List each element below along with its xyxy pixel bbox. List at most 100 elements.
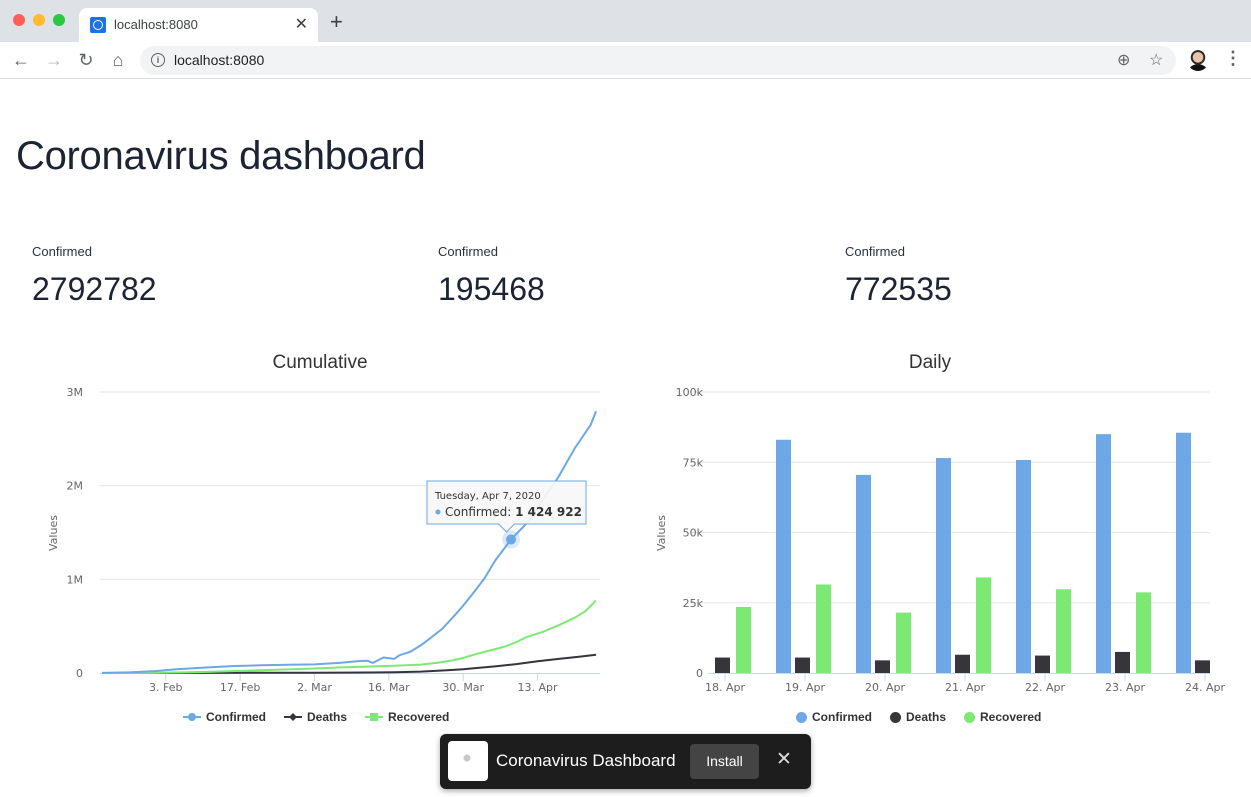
x-tick-label: 21. Apr	[945, 681, 985, 694]
bar-confirmed	[936, 458, 951, 673]
forward-icon[interactable]: →	[42, 48, 66, 72]
legend-item-confirmed[interactable]: Confirmed	[183, 710, 266, 724]
x-tick-label: 17. Feb	[220, 681, 260, 694]
favicon-icon	[90, 17, 106, 33]
bar-recovered	[1056, 589, 1071, 673]
x-tick-label: 13. Apr	[518, 681, 558, 694]
info-icon[interactable]: i	[151, 53, 165, 67]
daily-chart: 0 25k 50k 75k 100k Values 18. Apr 19. Apr 20. Ap…	[655, 386, 1225, 694]
browser-tab[interactable]: localhost:8080 ✕	[79, 8, 318, 42]
cumulative-chart-title: Cumulative	[272, 352, 368, 373]
x-tick-label: 30. Mar	[442, 681, 484, 694]
legend-item-deaths[interactable]: Deaths	[284, 710, 347, 724]
legend-item-deaths[interactable]: Deaths	[890, 710, 946, 724]
x-tick-label: 20. Apr	[865, 681, 905, 694]
window-maximize-button[interactable]	[53, 14, 65, 26]
daily-chart-title: Daily	[908, 352, 952, 373]
y-tick-label: 50k	[683, 527, 704, 540]
star-icon[interactable]: ☆	[1149, 50, 1163, 70]
bar-confirmed	[1096, 434, 1111, 673]
pwa-install-prompt: Coronavirus Dashboard Install ✕	[440, 734, 811, 789]
legend-label: Recovered	[980, 710, 1042, 724]
y-tick-label: 100k	[676, 386, 704, 399]
url-text[interactable]: localhost:8080	[174, 52, 264, 68]
bar-confirmed	[856, 474, 871, 673]
x-tick-label: 22. Apr	[1025, 681, 1065, 694]
x-tick-label: 19. Apr	[785, 681, 825, 694]
legend-label: Confirmed	[812, 710, 872, 724]
stat-card-deaths-total: Confirmed 195468	[438, 244, 545, 308]
y-axis-title: Values	[655, 515, 668, 551]
legend-item-recovered[interactable]: Recovered	[964, 710, 1041, 724]
bar-recovered	[976, 577, 991, 673]
stat-label: Confirmed	[32, 244, 92, 259]
window-minimize-button[interactable]	[33, 14, 45, 26]
y-tick-label: 2M	[67, 480, 84, 493]
tooltip-date: Tuesday, Apr 7, 2020	[434, 491, 541, 502]
stat-card-recovered-total: Confirmed 772535	[845, 244, 952, 308]
bar-confirmed	[1016, 460, 1031, 673]
bar-deaths	[715, 657, 730, 673]
x-tick-label: 23. Apr	[1105, 681, 1145, 694]
back-icon[interactable]: ←	[9, 48, 33, 72]
vertical-dots-icon[interactable]: ⋮	[1224, 48, 1242, 69]
bar-deaths	[1195, 660, 1210, 673]
circle-marker-icon	[890, 711, 901, 723]
x-tick-label: 16. Mar	[368, 681, 410, 694]
cumulative-legend: Confirmed Deaths Recovered	[183, 710, 449, 724]
y-tick-label: 0	[696, 667, 703, 680]
x-tick-label: 2. Mar	[297, 681, 332, 694]
home-icon[interactable]: ⌂	[106, 48, 130, 72]
bar-deaths	[1035, 655, 1050, 673]
bar-deaths	[875, 660, 890, 673]
page-content: Coronavirus dashboard Confirmed 2792782 …	[0, 80, 1251, 797]
circle-marker-icon	[964, 711, 976, 723]
legend-item-confirmed[interactable]: Confirmed	[796, 710, 872, 724]
hover-point	[506, 534, 517, 545]
legend-label: Recovered	[388, 710, 450, 724]
bar-deaths	[1115, 651, 1130, 673]
legend-label: Confirmed	[206, 710, 266, 724]
install-app-name: Coronavirus Dashboard	[496, 751, 676, 770]
legend-label: Deaths	[307, 710, 348, 724]
legend-item-recovered[interactable]: Recovered	[365, 710, 449, 724]
stat-value: 195468	[438, 271, 545, 307]
profile-avatar[interactable]	[1187, 49, 1209, 71]
reload-icon[interactable]: ↻	[74, 48, 98, 72]
new-tab-button[interactable]: +	[330, 11, 343, 33]
browser-toolbar: ← → ↻ ⌂ i localhost:8080 ⊕ ☆ ⋮	[0, 42, 1251, 79]
y-axis-title: Values	[47, 515, 60, 551]
x-tick-label: 3. Feb	[149, 681, 182, 694]
stat-card-confirmed-total: Confirmed 2792782	[32, 244, 157, 308]
cumulative-chart: 0 1M 2M 3M 3. Feb 17. Feb 2. Mar 16. Mar 30. Mar…	[47, 386, 600, 694]
close-icon[interactable]: ✕	[776, 748, 792, 771]
legend-label: Deaths	[906, 710, 947, 724]
install-button[interactable]: Install	[690, 744, 759, 779]
line-diamond-marker-icon	[284, 713, 302, 721]
window-close-button[interactable]	[13, 14, 25, 26]
bar-confirmed	[776, 439, 791, 673]
tab-close-icon[interactable]: ✕	[295, 14, 308, 34]
line-circle-marker-icon	[183, 713, 201, 721]
y-tick-label: 75k	[683, 456, 704, 469]
circle-marker-icon	[796, 711, 807, 723]
bar-recovered	[1136, 592, 1151, 673]
line-square-marker-icon	[365, 713, 384, 721]
plus-circle-icon[interactable]: ⊕	[1117, 50, 1130, 70]
series-line-confirmed	[101, 411, 597, 674]
stat-label: Confirmed	[845, 244, 905, 259]
app-icon	[448, 741, 488, 781]
address-bar[interactable]: i localhost:8080 ⊕ ☆	[140, 46, 1176, 75]
bar-recovered	[816, 584, 831, 673]
bar-confirmed	[1176, 432, 1191, 673]
bar-deaths	[795, 657, 810, 673]
y-tick-label: 3M	[67, 386, 84, 399]
tab-title: localhost:8080	[114, 17, 198, 32]
stat-value: 2792782	[32, 271, 157, 307]
chart-tooltip: Tuesday, Apr 7, 2020 Confirmed: 1 424 922	[426, 480, 587, 533]
stat-label: Confirmed	[438, 244, 498, 259]
page-title: Coronavirus dashboard	[16, 134, 426, 178]
bar-recovered	[736, 606, 751, 673]
daily-legend: Confirmed Deaths Recovered	[796, 710, 1041, 724]
browser-tab-bar: localhost:8080 ✕ +	[0, 0, 1251, 42]
